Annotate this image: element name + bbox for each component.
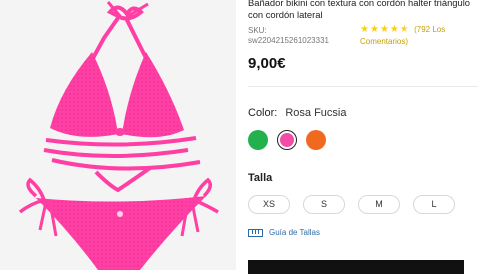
price: 9,00€ [248,55,286,72]
swatch-orange[interactable] [306,130,326,150]
size-options: XS S M L [248,195,455,214]
color-label: Color: Rosa Fucsia [248,107,346,119]
sku-value: sw2204215261023331 [248,36,329,45]
swatch-green-dot [248,130,268,150]
product-title: Bañador bikini con textura con cordón ha… [248,0,471,20]
color-selected-value: Rosa Fucsia [285,107,347,119]
color-swatches [248,130,326,150]
size-s-button[interactable]: S [303,195,345,214]
size-xs-button[interactable]: XS [248,195,290,214]
product-image[interactable] [0,0,236,270]
rating-stars: ★ ★ ★ ★ ★ [360,23,409,35]
sku-label: SKU: [248,26,267,35]
product-info-panel: Bañador bikini con textura con cordón ha… [248,0,478,274]
bikini-illustration [18,1,219,270]
size-l-button[interactable]: L [413,195,455,214]
size-guide-text: Guía de Tallas [269,228,320,237]
swatch-fuchsia[interactable] [277,130,297,150]
size-guide-link[interactable]: Guía de Tallas [248,228,320,237]
add-to-cart-button[interactable] [248,260,464,274]
ruler-icon [248,228,263,237]
star-icon: ★ [369,23,379,35]
star-icon: ★ [389,23,399,35]
star-icon: ★ [379,23,389,35]
half-star-icon: ★ [399,23,409,35]
rating[interactable]: ★ ★ ★ ★ ★ (792 Los Comentarios) [360,24,478,48]
swatch-orange-dot [306,130,326,150]
swatch-fuchsia-dot [280,133,294,147]
color-label-text: Color: [248,107,278,119]
size-m-button[interactable]: M [358,195,400,214]
swatch-green[interactable] [248,130,268,150]
star-icon: ★ [360,23,369,35]
size-label: Talla [248,172,273,184]
divider [248,86,478,87]
